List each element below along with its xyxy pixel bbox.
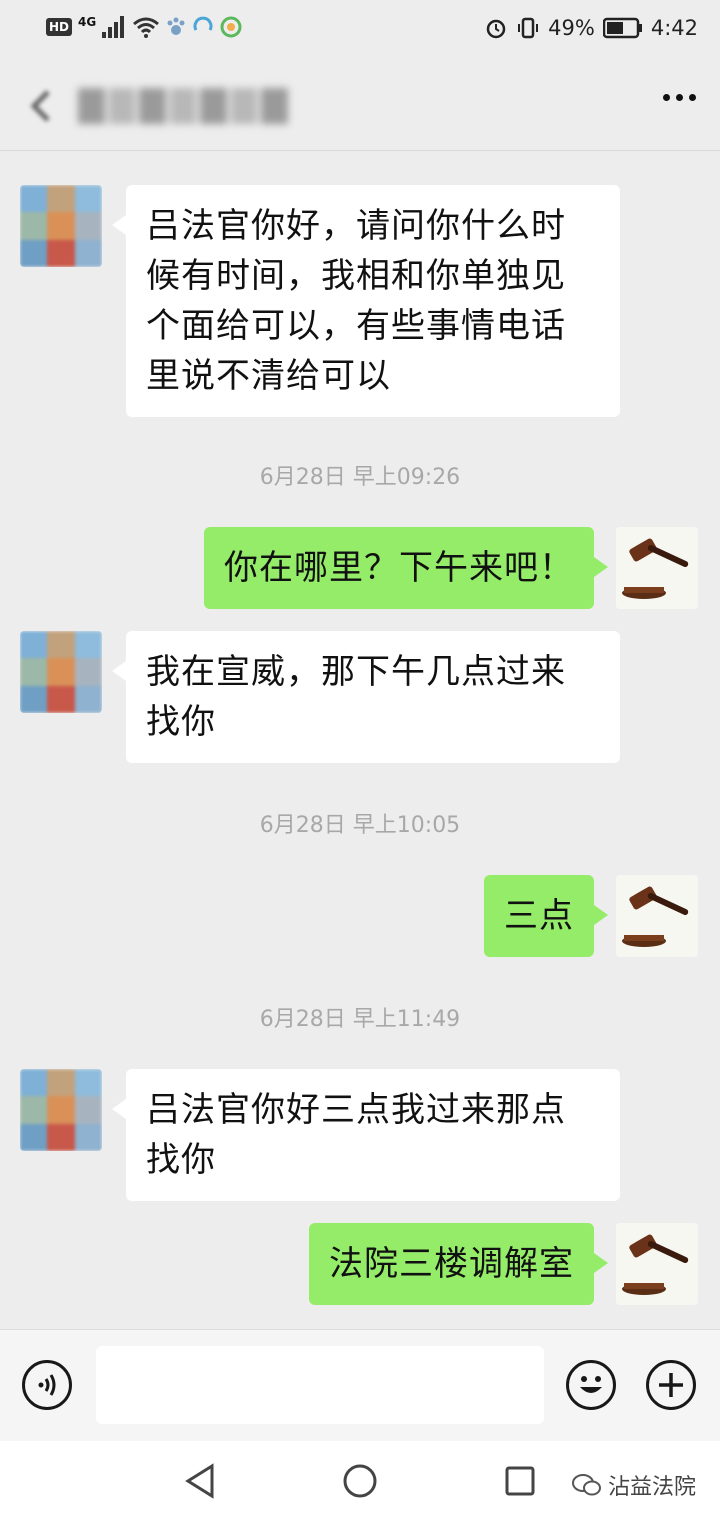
chat-title-obscured xyxy=(78,88,289,124)
recents-square-icon[interactable] xyxy=(504,1465,536,1497)
contact-avatar[interactable] xyxy=(20,1069,102,1151)
message-timestamp: 6月28日 早上10:05 xyxy=(259,813,461,838)
wifi-icon xyxy=(133,17,160,38)
input-bar xyxy=(0,1329,720,1442)
back-button[interactable] xyxy=(22,86,62,126)
home-circle-icon[interactable] xyxy=(342,1463,378,1499)
message-sent[interactable]: 你在哪里？下午来吧！ xyxy=(204,527,608,609)
voice-button[interactable] xyxy=(22,1360,72,1410)
message-received[interactable]: 我在宣威，那下午几点过来找你 xyxy=(112,631,620,763)
back-triangle-icon[interactable] xyxy=(184,1463,216,1499)
vibrate-icon xyxy=(518,17,539,39)
hd-badge: HD xyxy=(46,18,73,36)
sync-icon xyxy=(193,16,213,31)
battery-icon xyxy=(602,17,642,39)
emoji-button[interactable] xyxy=(566,1360,616,1410)
gavel-icon xyxy=(616,875,698,957)
message-timestamp: 6月28日 早上11:49 xyxy=(259,1007,461,1032)
status-bar: HD 4G 49% 4:42 xyxy=(0,0,720,58)
chat-area[interactable]: 吕法官你好，请问你什么时候有时间，我相和你单独见个面给可以，有些事情电话里说不清… xyxy=(0,151,720,1329)
paw-icon xyxy=(167,17,185,35)
wechat-logo-icon xyxy=(571,1474,601,1496)
watermark-text: 沾益法院 xyxy=(607,1475,696,1500)
contact-avatar[interactable] xyxy=(20,631,102,713)
self-avatar[interactable] xyxy=(616,1223,698,1305)
self-avatar[interactable] xyxy=(616,527,698,609)
gavel-icon xyxy=(616,1223,698,1305)
battery-percent: 49% xyxy=(548,16,595,40)
watermark: 沾益法院 xyxy=(571,1469,696,1501)
message-sent[interactable]: 法院三楼调解室 xyxy=(309,1223,608,1305)
chat-header xyxy=(0,58,720,151)
message-timestamp: 6月28日 早上09:26 xyxy=(259,465,461,490)
message-received[interactable]: 吕法官你好，请问你什么时候有时间，我相和你单独见个面给可以，有些事情电话里说不清… xyxy=(112,185,620,417)
signal-icon xyxy=(102,16,125,38)
more-button[interactable] xyxy=(663,94,696,101)
contact-avatar[interactable] xyxy=(20,185,102,267)
message-sent[interactable]: 三点 xyxy=(484,875,608,957)
plus-icon xyxy=(659,1373,683,1397)
more-dots-icon xyxy=(663,94,696,101)
emoji-icon xyxy=(580,1376,602,1393)
network-type: 4G xyxy=(78,15,97,29)
message-input[interactable] xyxy=(96,1346,544,1424)
back-chevron-icon xyxy=(30,90,50,122)
browser-icon xyxy=(220,16,242,38)
system-nav-bar: 沾益法院 xyxy=(0,1441,720,1520)
gavel-icon xyxy=(616,527,698,609)
plus-button[interactable] xyxy=(646,1360,696,1410)
message-received[interactable]: 吕法官你好三点我过来那点找你 xyxy=(112,1069,620,1201)
alarm-icon xyxy=(486,19,506,39)
self-avatar[interactable] xyxy=(616,875,698,957)
clock: 4:42 xyxy=(650,16,698,40)
voice-icon xyxy=(38,1374,56,1396)
